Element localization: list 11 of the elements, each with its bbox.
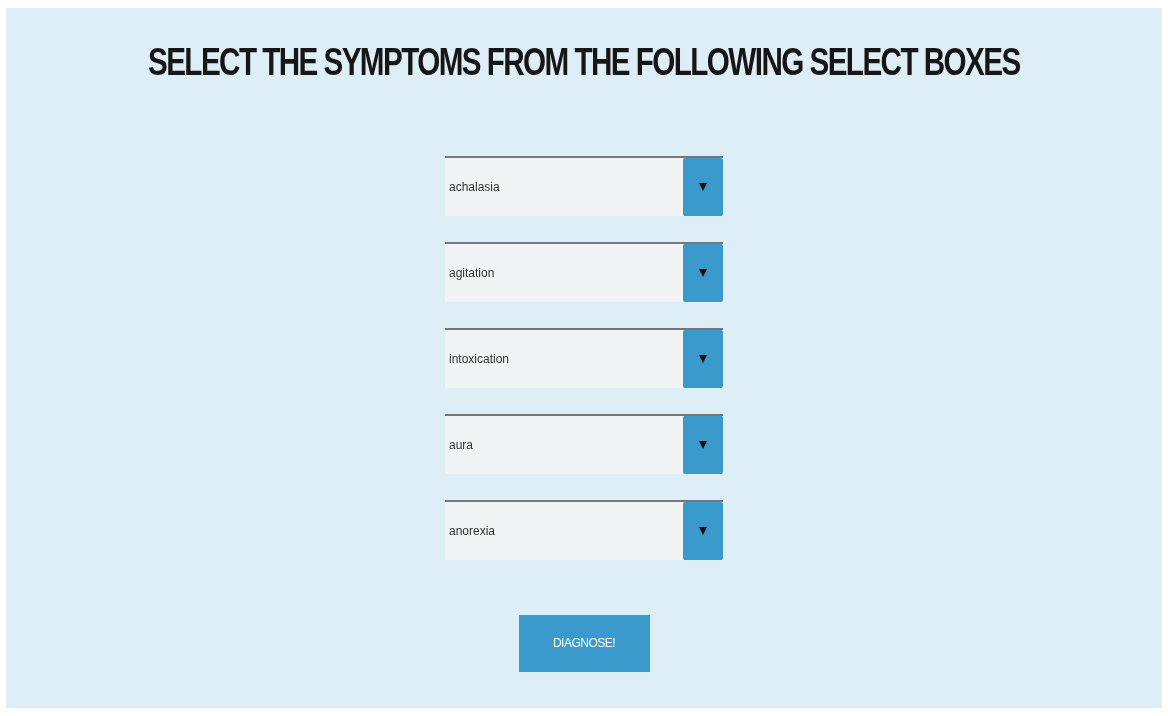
dropdown-caret-icon: [683, 243, 723, 302]
symptom-select[interactable]: anorexia: [445, 499, 723, 560]
page-title: SELECT THE SYMPTOMS FROM THE FOLLOWING SELECT BOXES: [148, 42, 1020, 84]
dropdown-caret-icon: [683, 501, 723, 560]
dropdown-caret-icon: [683, 329, 723, 388]
dropdown-caret-icon: [683, 415, 723, 474]
symptom-select[interactable]: intoxication: [445, 327, 723, 388]
symptom-select[interactable]: achalasia: [445, 155, 723, 216]
dropdown-caret-icon: [683, 157, 723, 216]
symptom-select[interactable]: aura: [445, 413, 723, 474]
symptom-select[interactable]: agitation: [445, 241, 723, 302]
